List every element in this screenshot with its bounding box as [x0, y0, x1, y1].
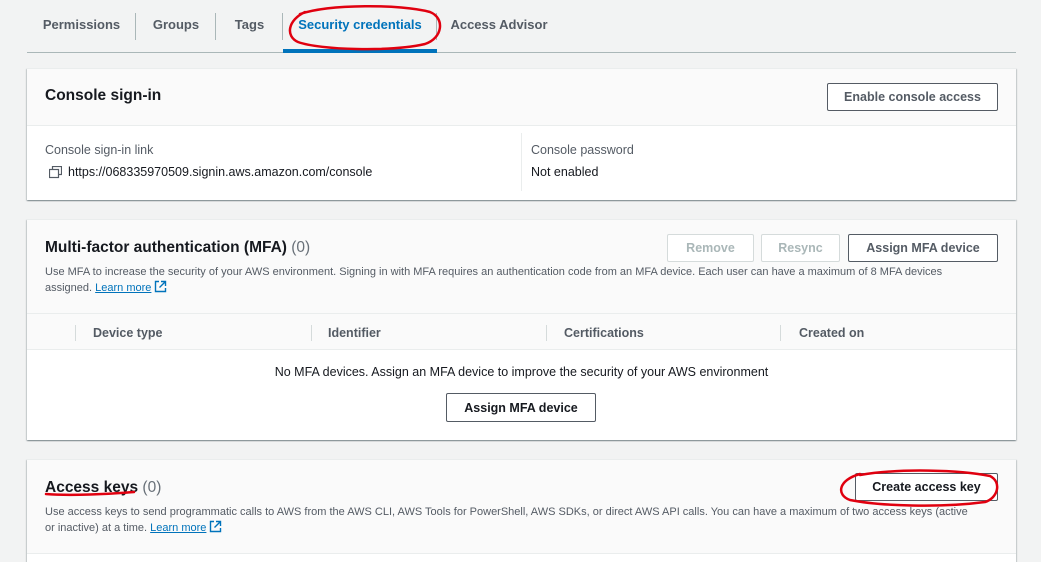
- access-keys-learn-more-link[interactable]: Learn more: [150, 522, 206, 534]
- mfa-learn-more-link[interactable]: Learn more: [95, 282, 151, 294]
- external-link-icon[interactable]: [209, 520, 222, 533]
- column-certifications[interactable]: Certifications: [564, 314, 644, 351]
- console-signin-link: https://068335970509.signin.aws.amazon.c…: [68, 165, 373, 179]
- column-identifier[interactable]: Identifier: [328, 314, 381, 351]
- column-device-type[interactable]: Device type: [93, 314, 162, 351]
- mfa-description: Use MFA to increase the security of your…: [45, 266, 943, 294]
- remove-mfa-button[interactable]: Remove: [667, 234, 754, 262]
- console-signin-title: Console sign-in: [45, 87, 162, 104]
- column-created-on[interactable]: Created on: [799, 314, 864, 351]
- column-divider: [780, 325, 781, 341]
- create-access-key-button[interactable]: Create access key: [855, 473, 998, 501]
- console-signin-link-row: https://068335970509.signin.aws.amazon.c…: [48, 165, 373, 179]
- column-divider: [75, 325, 76, 341]
- assign-mfa-device-empty-button[interactable]: Assign MFA device: [446, 393, 596, 422]
- resync-mfa-button[interactable]: Resync: [761, 234, 840, 262]
- console-signin-link-label: Console sign-in link: [45, 143, 154, 157]
- column-divider: [546, 325, 547, 341]
- mfa-empty-state-text: No MFA devices. Assign an MFA device to …: [274, 365, 769, 379]
- mfa-description-block: Use MFA to increase the security of your…: [45, 264, 975, 296]
- tab-groups[interactable]: Groups: [136, 0, 216, 53]
- mfa-panel: Multi-factor authentication (MFA) (0) Re…: [27, 219, 1016, 440]
- tab-tags[interactable]: Tags: [216, 0, 283, 53]
- mfa-title: Multi-factor authentication (MFA): [45, 239, 287, 256]
- tab-access-advisor[interactable]: Access Advisor: [437, 0, 561, 53]
- copy-icon[interactable]: [48, 165, 63, 179]
- access-keys-description-block: Use access keys to send programmatic cal…: [45, 504, 975, 536]
- console-signin-panel: Console sign-in Enable console access Co…: [27, 68, 1016, 200]
- mfa-header: Multi-factor authentication (MFA) (0) Re…: [27, 220, 1016, 313]
- mfa-count: (0): [291, 239, 311, 256]
- access-keys-header: Access keys (0) Create access key Use ac…: [27, 460, 1016, 553]
- access-keys-title: Access keys: [45, 479, 139, 496]
- tab-bar: Permissions Groups Tags Security credent…: [27, 0, 1016, 53]
- divider: [27, 553, 1016, 554]
- access-keys-count: (0): [142, 479, 162, 496]
- mfa-table-header: Device type Identifier Certifications Cr…: [27, 313, 1016, 350]
- tab-security-credentials[interactable]: Security credentials: [283, 0, 437, 53]
- enable-console-access-button[interactable]: Enable console access: [827, 83, 998, 111]
- assign-mfa-device-button[interactable]: Assign MFA device: [848, 234, 998, 262]
- console-password-label: Console password: [531, 143, 634, 157]
- access-keys-panel: Access keys (0) Create access key Use ac…: [27, 459, 1016, 562]
- column-divider: [311, 325, 312, 341]
- tab-permissions[interactable]: Permissions: [27, 0, 136, 53]
- external-link-icon[interactable]: [154, 280, 167, 293]
- column-divider: [521, 133, 522, 191]
- console-password-value: Not enabled: [531, 165, 599, 179]
- console-signin-header: Console sign-in Enable console access: [27, 69, 1016, 126]
- access-keys-title-row: Access keys (0): [45, 479, 161, 497]
- mfa-title-row: Multi-factor authentication (MFA) (0): [45, 239, 310, 257]
